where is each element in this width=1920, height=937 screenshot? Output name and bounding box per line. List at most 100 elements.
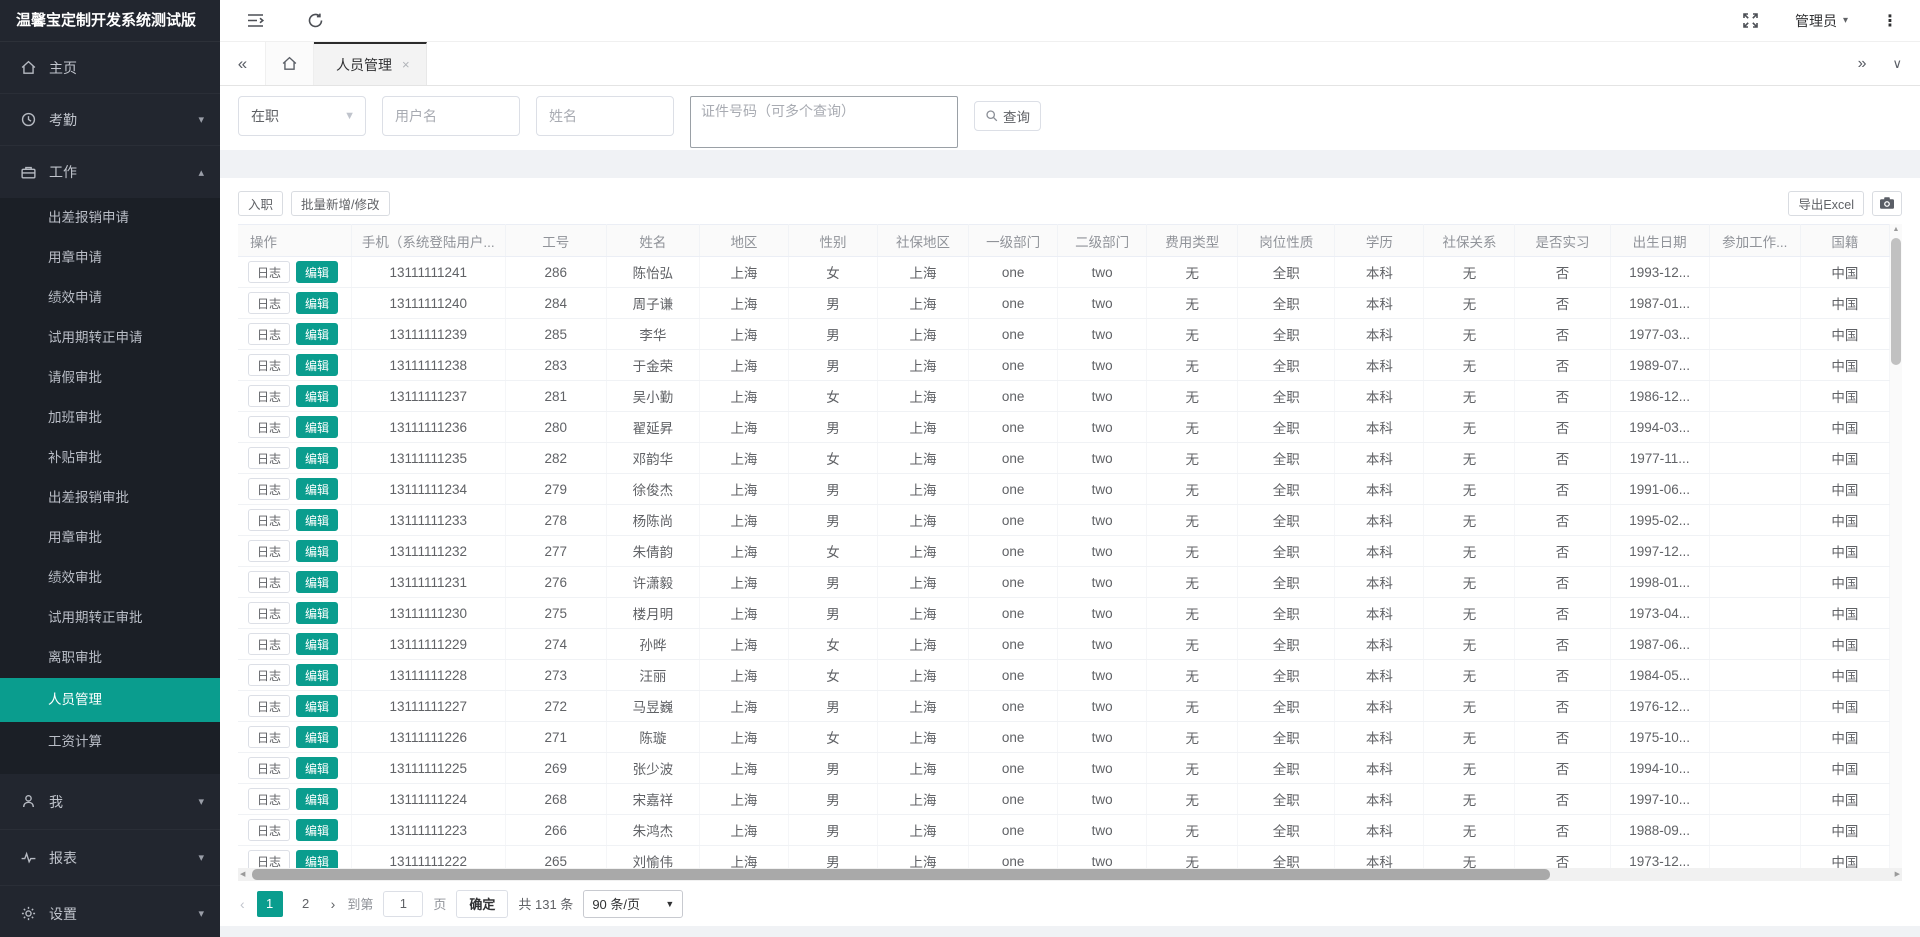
log-button[interactable]: 日志 — [248, 509, 290, 531]
close-icon[interactable]: × — [402, 57, 410, 72]
log-button[interactable]: 日志 — [248, 385, 290, 407]
home-tab[interactable] — [266, 42, 314, 85]
edit-button[interactable]: 编辑 — [296, 540, 338, 562]
edit-button[interactable]: 编辑 — [296, 726, 338, 748]
idcard-textarea[interactable] — [690, 96, 958, 148]
edit-button[interactable]: 编辑 — [296, 509, 338, 531]
log-button[interactable]: 日志 — [248, 788, 290, 810]
status-select[interactable]: 在职 ▼ — [238, 96, 366, 136]
log-button[interactable]: 日志 — [248, 602, 290, 624]
refresh-icon[interactable] — [306, 11, 326, 31]
log-button[interactable]: 日志 — [248, 633, 290, 655]
edit-button[interactable]: 编辑 — [296, 664, 338, 686]
log-button[interactable]: 日志 — [248, 571, 290, 593]
sidebar-item-attendance[interactable]: 考勤 ▾ — [0, 94, 220, 146]
log-button[interactable]: 日志 — [248, 726, 290, 748]
log-button[interactable]: 日志 — [248, 354, 290, 376]
log-button[interactable]: 日志 — [248, 757, 290, 779]
page-button-1[interactable]: 1 — [257, 891, 283, 917]
kebab-menu-icon[interactable]: ⋮ — [1882, 11, 1898, 31]
edit-button[interactable]: 编辑 — [296, 323, 338, 345]
sidebar-item-work[interactable]: 工作 ▴ — [0, 146, 220, 198]
edit-button[interactable]: 编辑 — [296, 757, 338, 779]
username-input[interactable] — [382, 96, 520, 136]
cell-intern: 否 — [1515, 443, 1610, 474]
log-button[interactable]: 日志 — [248, 695, 290, 717]
edit-button[interactable]: 编辑 — [296, 354, 338, 376]
vertical-scrollbar[interactable]: ▲ — [1890, 224, 1902, 868]
log-button[interactable]: 日志 — [248, 447, 290, 469]
scroll-up-arrow-icon[interactable]: ▲ — [1890, 226, 1902, 233]
sidebar-subitem[interactable]: 用章审批 — [0, 518, 220, 558]
next-page-button[interactable]: › — [329, 896, 338, 912]
edit-button[interactable]: 编辑 — [296, 385, 338, 407]
sidebar-subitem[interactable]: 出差报销申请 — [0, 198, 220, 238]
edit-button[interactable]: 编辑 — [296, 478, 338, 500]
prev-page-button[interactable]: ‹ — [238, 896, 247, 912]
log-button[interactable]: 日志 — [248, 416, 290, 438]
edit-button[interactable]: 编辑 — [296, 850, 338, 868]
sidebar-item-reports[interactable]: 报表 ▾ — [0, 830, 220, 886]
scroll-left-arrow-icon[interactable]: ◀ — [240, 870, 245, 878]
edit-button[interactable]: 编辑 — [296, 633, 338, 655]
cell-ss-region: 上海 — [878, 412, 969, 443]
log-button[interactable]: 日志 — [248, 540, 290, 562]
log-button[interactable]: 日志 — [248, 819, 290, 841]
log-button[interactable]: 日志 — [248, 292, 290, 314]
page-button-2[interactable]: 2 — [293, 891, 319, 917]
edit-button[interactable]: 编辑 — [296, 292, 338, 314]
sidebar-subitem[interactable]: 补贴审批 — [0, 438, 220, 478]
menu-fold-icon[interactable] — [246, 11, 266, 31]
sidebar-subitem[interactable]: 离职审批 — [0, 638, 220, 678]
hire-button[interactable]: 入职 — [238, 191, 283, 216]
goto-page-input[interactable] — [383, 891, 423, 917]
double-chevron-right-icon[interactable]: » — [1858, 55, 1867, 73]
edit-button[interactable]: 编辑 — [296, 695, 338, 717]
sidebar-subitem[interactable]: 绩效审批 — [0, 558, 220, 598]
sidebar-subitem[interactable]: 绩效申请 — [0, 278, 220, 318]
export-excel-button[interactable]: 导出Excel — [1788, 191, 1864, 216]
log-button[interactable]: 日志 — [248, 261, 290, 283]
sidebar-item-settings[interactable]: 设置 ▾ — [0, 886, 220, 937]
cell-job-type: 全职 — [1238, 722, 1335, 753]
edit-button[interactable]: 编辑 — [296, 819, 338, 841]
log-button[interactable]: 日志 — [248, 850, 290, 868]
camera-button[interactable] — [1872, 191, 1902, 216]
sidebar-subitem[interactable]: 请假审批 — [0, 358, 220, 398]
sidebar-subitem[interactable]: 人员管理 — [0, 678, 220, 722]
tab-active[interactable]: 人员管理 × — [314, 42, 427, 85]
log-button[interactable]: 日志 — [248, 323, 290, 345]
sidebar-item-me[interactable]: 我 ▾ — [0, 774, 220, 830]
edit-button[interactable]: 编辑 — [296, 261, 338, 283]
sidebar-subitem[interactable]: 试用期转正审批 — [0, 598, 220, 638]
horizontal-scroll-thumb[interactable] — [252, 869, 1550, 880]
user-menu[interactable]: 管理员 ▾ — [1795, 11, 1848, 31]
edit-button[interactable]: 编辑 — [296, 788, 338, 810]
double-chevron-left-icon[interactable]: « — [220, 42, 266, 85]
cell-name: 许潇毅 — [606, 567, 699, 598]
vertical-scroll-thumb[interactable] — [1891, 238, 1901, 365]
sidebar-subitem[interactable]: 工资计算 — [0, 722, 220, 762]
sidebar-subitem[interactable]: 加班审批 — [0, 398, 220, 438]
sidebar-subitem[interactable]: 用章申请 — [0, 238, 220, 278]
sidebar-item-home[interactable]: 主页 — [0, 42, 220, 94]
page-size-select[interactable]: 90 条/页 ▼ — [583, 890, 683, 918]
fullscreen-icon[interactable] — [1741, 11, 1761, 31]
edit-button[interactable]: 编辑 — [296, 602, 338, 624]
log-button[interactable]: 日志 — [248, 478, 290, 500]
chevron-down-icon[interactable]: ∨ — [1892, 56, 1902, 72]
batch-edit-button[interactable]: 批量新增/修改 — [291, 191, 389, 216]
edit-button[interactable]: 编辑 — [296, 416, 338, 438]
sidebar-subitem[interactable]: 出差报销审批 — [0, 478, 220, 518]
confirm-button[interactable]: 确定 — [456, 890, 508, 918]
scroll-right-arrow-icon[interactable]: ▶ — [1895, 870, 1900, 878]
horizontal-scrollbar[interactable]: ◀ ▶ — [238, 868, 1902, 881]
name-input[interactable] — [536, 96, 674, 136]
chevron-down-icon: ▾ — [198, 113, 204, 126]
edit-button[interactable]: 编辑 — [296, 571, 338, 593]
query-button[interactable]: 查询 — [974, 101, 1041, 131]
edit-button[interactable]: 编辑 — [296, 447, 338, 469]
log-button[interactable]: 日志 — [248, 664, 290, 686]
cell-phone: 13111111230 — [351, 598, 505, 629]
sidebar-subitem[interactable]: 试用期转正申请 — [0, 318, 220, 358]
